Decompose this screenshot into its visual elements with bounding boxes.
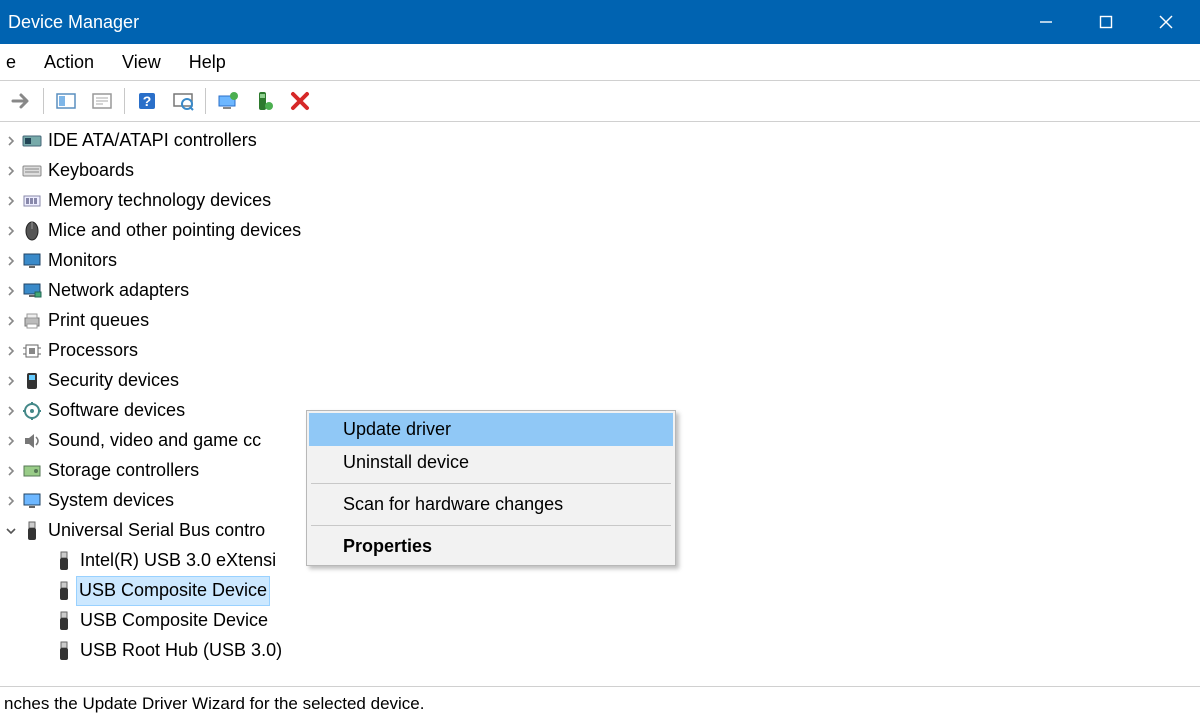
tree-label: Keyboards [44, 157, 134, 185]
tree-label: Software devices [44, 397, 185, 425]
minimize-button[interactable] [1016, 0, 1076, 44]
window-title: Device Manager [8, 12, 1016, 33]
ide-icon [20, 131, 44, 151]
context-menu: Update driver Uninstall device Scan for … [306, 410, 676, 566]
tree-label: Monitors [44, 247, 117, 275]
context-separator [311, 525, 671, 526]
chevron-right-icon[interactable] [2, 436, 20, 446]
tree-label: Memory technology devices [44, 187, 271, 215]
tree-label: USB Composite Device [76, 607, 268, 635]
close-button[interactable] [1136, 0, 1196, 44]
chevron-right-icon[interactable] [2, 286, 20, 296]
chevron-right-icon[interactable] [2, 226, 20, 236]
menu-file[interactable]: e [6, 48, 30, 77]
usb-icon [20, 521, 44, 541]
uninstall-button[interactable] [247, 84, 281, 118]
tree-category[interactable]: Mice and other pointing devices [0, 216, 1200, 246]
title-bar: Device Manager [0, 0, 1200, 44]
memory-icon [20, 191, 44, 211]
tree-category[interactable]: Memory technology devices [0, 186, 1200, 216]
tree-category[interactable]: Keyboards [0, 156, 1200, 186]
tree-label: Network adapters [44, 277, 189, 305]
menu-help[interactable]: Help [175, 48, 240, 77]
tree-category[interactable]: Print queues [0, 306, 1200, 336]
status-text: nches the Update Driver Wizard for the s… [4, 694, 424, 714]
sound-icon [20, 431, 44, 451]
chevron-right-icon[interactable] [2, 466, 20, 476]
scan-hardware-button[interactable] [166, 84, 200, 118]
chevron-right-icon[interactable] [2, 406, 20, 416]
usb-icon [52, 581, 76, 601]
chevron-right-icon[interactable] [2, 256, 20, 266]
menu-view[interactable]: View [108, 48, 175, 77]
tree-label: Security devices [44, 367, 179, 395]
tree-label: Sound, video and game cc [44, 427, 261, 455]
show-hidden-button[interactable] [49, 84, 83, 118]
tree-label: Storage controllers [44, 457, 199, 485]
tree-label: Intel(R) USB 3.0 eXtensi [76, 547, 276, 575]
system-icon [20, 491, 44, 511]
tree-label: USB Composite Device [76, 576, 270, 606]
processor-icon [20, 341, 44, 361]
disable-button[interactable] [283, 84, 317, 118]
tree-category[interactable]: Security devices [0, 366, 1200, 396]
chevron-right-icon[interactable] [2, 376, 20, 386]
menu-bar: e Action View Help [0, 44, 1200, 80]
tree-category[interactable]: IDE ATA/ATAPI controllers [0, 126, 1200, 156]
software-icon [20, 401, 44, 421]
maximize-button[interactable] [1076, 0, 1136, 44]
chevron-right-icon[interactable] [2, 316, 20, 326]
chevron-right-icon[interactable] [2, 496, 20, 506]
context-scan-hardware[interactable]: Scan for hardware changes [309, 488, 673, 521]
tree-label: Universal Serial Bus contro [44, 517, 265, 545]
usb-icon [52, 611, 76, 631]
tree-label: IDE ATA/ATAPI controllers [44, 127, 257, 155]
tree-device[interactable]: USB Composite Device [0, 606, 1200, 636]
chevron-right-icon[interactable] [2, 346, 20, 356]
context-uninstall-device[interactable]: Uninstall device [309, 446, 673, 479]
tree-label: Print queues [44, 307, 149, 335]
properties-button[interactable] [85, 84, 119, 118]
window-controls [1016, 0, 1196, 44]
usb-icon [52, 551, 76, 571]
chevron-down-icon[interactable] [2, 526, 20, 536]
tree-label: USB Root Hub (USB 3.0) [76, 637, 282, 665]
tree-category[interactable]: Network adapters [0, 276, 1200, 306]
tree-label: Processors [44, 337, 138, 365]
help-button[interactable]: ? [130, 84, 164, 118]
device-tree[interactable]: IDE ATA/ATAPI controllersKeyboardsMemory… [0, 122, 1200, 666]
tree-label: Mice and other pointing devices [44, 217, 301, 245]
tree-device[interactable]: USB Composite Device [0, 576, 1200, 606]
chevron-right-icon[interactable] [2, 136, 20, 146]
context-separator [311, 483, 671, 484]
status-bar: nches the Update Driver Wizard for the s… [0, 686, 1200, 720]
usb-icon [52, 641, 76, 661]
toolbar: ? [0, 80, 1200, 122]
svg-text:?: ? [143, 93, 152, 109]
tree-category[interactable]: Processors [0, 336, 1200, 366]
network-icon [20, 281, 44, 301]
keyboard-icon [20, 161, 44, 181]
tree-device[interactable]: USB Root Hub (USB 3.0) [0, 636, 1200, 666]
chevron-right-icon[interactable] [2, 166, 20, 176]
context-update-driver[interactable]: Update driver [309, 413, 673, 446]
chevron-right-icon[interactable] [2, 196, 20, 206]
update-driver-button[interactable] [211, 84, 245, 118]
forward-button[interactable] [4, 84, 38, 118]
security-icon [20, 371, 44, 391]
storage-icon [20, 461, 44, 481]
context-properties[interactable]: Properties [309, 530, 673, 563]
toolbar-separator [205, 88, 206, 114]
mouse-icon [20, 221, 44, 241]
monitor-icon [20, 251, 44, 271]
printer-icon [20, 311, 44, 331]
tree-category[interactable]: Monitors [0, 246, 1200, 276]
toolbar-separator [43, 88, 44, 114]
tree-label: System devices [44, 487, 174, 515]
menu-action[interactable]: Action [30, 48, 108, 77]
toolbar-separator [124, 88, 125, 114]
